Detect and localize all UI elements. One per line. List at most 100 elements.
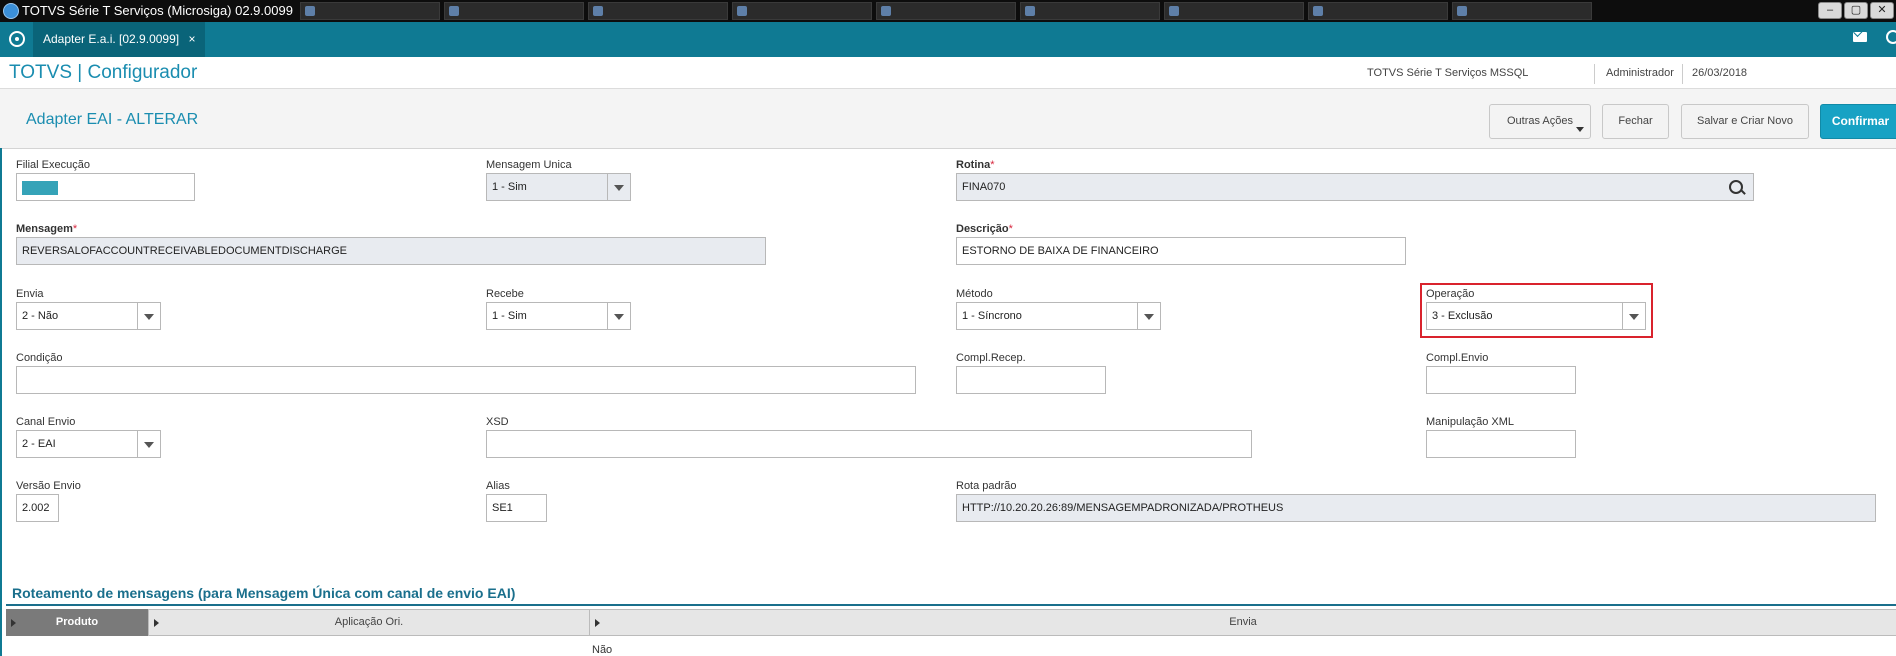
- expand-icon: [154, 619, 159, 627]
- page-title: Adapter EAI - ALTERAR: [26, 111, 199, 128]
- chevron-down-icon: [137, 303, 160, 329]
- manipulacao-xml-label: Manipulação XML: [1426, 416, 1515, 428]
- environment-label: TOTVS Série T Serviços MSSQL: [1367, 67, 1529, 79]
- mensagem-unica-label: Mensagem Unica: [486, 159, 572, 171]
- required-marker: *: [1008, 223, 1013, 235]
- compl-envio-label: Compl.Envio: [1426, 352, 1489, 364]
- outras-acoes-button[interactable]: Outras Ações: [1489, 104, 1591, 139]
- routing-section-title: Roteamento de mensagens (para Mensagem Ú…: [12, 585, 516, 601]
- required-marker: *: [72, 223, 78, 235]
- versao-envio-label: Versão Envio: [16, 480, 81, 492]
- rota-padrao-field[interactable]: HTTP://10.20.20.26:89/MENSAGEMPADRONIZAD…: [956, 494, 1876, 522]
- mensagem-label-text: Mensagem: [16, 223, 73, 235]
- background-tab[interactable]: [300, 2, 440, 20]
- required-marker: *: [990, 159, 995, 171]
- maximize-button[interactable]: ▢: [1844, 2, 1868, 19]
- mail-icon[interactable]: [1853, 32, 1867, 42]
- mensagem-field[interactable]: REVERSALOFACCOUNTRECEIVABLEDOCUMENTDISCH…: [16, 237, 766, 265]
- descricao-label: Descrição*: [956, 223, 1013, 235]
- minimize-button[interactable]: –: [1818, 2, 1842, 19]
- column-label: Envia: [1229, 616, 1257, 628]
- tab-close-button[interactable]: ×: [188, 32, 195, 46]
- column-label: Produto: [55, 616, 99, 628]
- background-tab[interactable]: [588, 2, 728, 20]
- envia-label: Envia: [16, 288, 44, 300]
- home-icon[interactable]: [9, 31, 25, 47]
- descricao-field[interactable]: ESTORNO DE BAIXA DE FINANCEIRO: [956, 237, 1406, 265]
- tab-label: Adapter E.a.i. [02.9.0099]: [43, 32, 180, 46]
- canal-envio-value: 2 - EAI: [22, 438, 56, 450]
- alias-field[interactable]: SE1: [486, 494, 547, 522]
- power-icon[interactable]: [1886, 30, 1896, 44]
- canal-envio-label: Canal Envio: [16, 416, 76, 428]
- chevron-down-icon: [607, 303, 630, 329]
- mensagem-unica-select[interactable]: 1 - Sim: [486, 173, 631, 201]
- search-icon[interactable]: [1729, 180, 1743, 194]
- window-title: TOTVS Série T Serviços (Microsiga) 02.9.…: [22, 3, 293, 18]
- outras-acoes-label: Outras Ações: [1506, 115, 1574, 127]
- header-divider: [1682, 64, 1683, 84]
- chevron-down-icon: [607, 174, 630, 200]
- mensagem-unica-value: 1 - Sim: [492, 181, 527, 193]
- manipulacao-xml-field[interactable]: [1426, 430, 1576, 458]
- envia-select[interactable]: 2 - Não: [16, 302, 161, 330]
- confirmar-button[interactable]: Confirmar: [1820, 104, 1896, 139]
- chevron-down-icon: [1576, 127, 1584, 132]
- rotina-label-text: Rotina: [956, 159, 991, 171]
- left-frame-border: [0, 148, 2, 656]
- filial-label: Filial Execução: [16, 159, 90, 171]
- app-icon: [3, 3, 19, 19]
- versao-envio-field[interactable]: 2.002: [16, 494, 59, 522]
- close-window-button[interactable]: ✕: [1870, 2, 1894, 19]
- descricao-label-text: Descrição: [956, 223, 1009, 235]
- recebe-value: 1 - Sim: [492, 310, 527, 322]
- canal-envio-select[interactable]: 2 - EAI: [16, 430, 161, 458]
- chevron-down-icon: [137, 431, 160, 457]
- section-divider: [6, 604, 1896, 606]
- background-tab[interactable]: [732, 2, 872, 20]
- taskbar-tabs: [300, 2, 1592, 20]
- grid-cell-envia[interactable]: Não: [592, 644, 612, 656]
- compl-recep-label: Compl.Recep.: [956, 352, 1026, 364]
- rotina-label: Rotina*: [956, 159, 995, 171]
- user-label: Administrador: [1606, 67, 1674, 79]
- background-tab[interactable]: [1020, 2, 1160, 20]
- background-tab[interactable]: [876, 2, 1016, 20]
- column-header-envia[interactable]: Envia: [590, 609, 1896, 636]
- envia-value: 2 - Não: [22, 310, 59, 322]
- column-header-aplicacao[interactable]: Aplicação Ori.: [149, 609, 590, 636]
- compl-envio-field[interactable]: [1426, 366, 1576, 394]
- tab-adapter-eai[interactable]: Adapter E.a.i. [02.9.0099] ×: [33, 22, 206, 57]
- column-label: Aplicação Ori.: [334, 616, 404, 628]
- fechar-button[interactable]: Fechar: [1602, 104, 1669, 139]
- date-label: 26/03/2018: [1692, 67, 1748, 79]
- header-divider: [1594, 64, 1595, 84]
- salvar-criar-novo-button[interactable]: Salvar e Criar Novo: [1681, 104, 1809, 139]
- xsd-field[interactable]: [486, 430, 1252, 458]
- chevron-down-icon: [1137, 303, 1160, 329]
- recebe-select[interactable]: 1 - Sim: [486, 302, 631, 330]
- filial-field[interactable]: [16, 173, 195, 201]
- compl-recep-field[interactable]: [956, 366, 1106, 394]
- alias-label: Alias: [486, 480, 510, 492]
- rotina-field[interactable]: FINA070: [956, 173, 1754, 201]
- condicao-field[interactable]: [16, 366, 916, 394]
- recebe-label: Recebe: [486, 288, 524, 300]
- background-tab[interactable]: [1164, 2, 1304, 20]
- column-header-produto[interactable]: Produto: [6, 609, 149, 636]
- background-tab[interactable]: [1308, 2, 1448, 20]
- filial-value-chip: [22, 181, 58, 195]
- background-tab[interactable]: [1452, 2, 1592, 20]
- background-tab[interactable]: [444, 2, 584, 20]
- mensagem-label: Mensagem*: [16, 223, 77, 235]
- app-tab-strip: [0, 22, 1896, 57]
- metodo-select[interactable]: 1 - Síncrono: [956, 302, 1161, 330]
- expand-icon: [11, 619, 16, 627]
- expand-icon: [595, 619, 600, 627]
- condicao-label: Condição: [16, 352, 63, 364]
- metodo-value: 1 - Síncrono: [962, 310, 1022, 322]
- brand-title: TOTVS | Configurador: [9, 62, 198, 83]
- metodo-label: Método: [956, 288, 993, 300]
- rota-padrao-label: Rota padrão: [956, 480, 1017, 492]
- xsd-label: XSD: [486, 416, 509, 428]
